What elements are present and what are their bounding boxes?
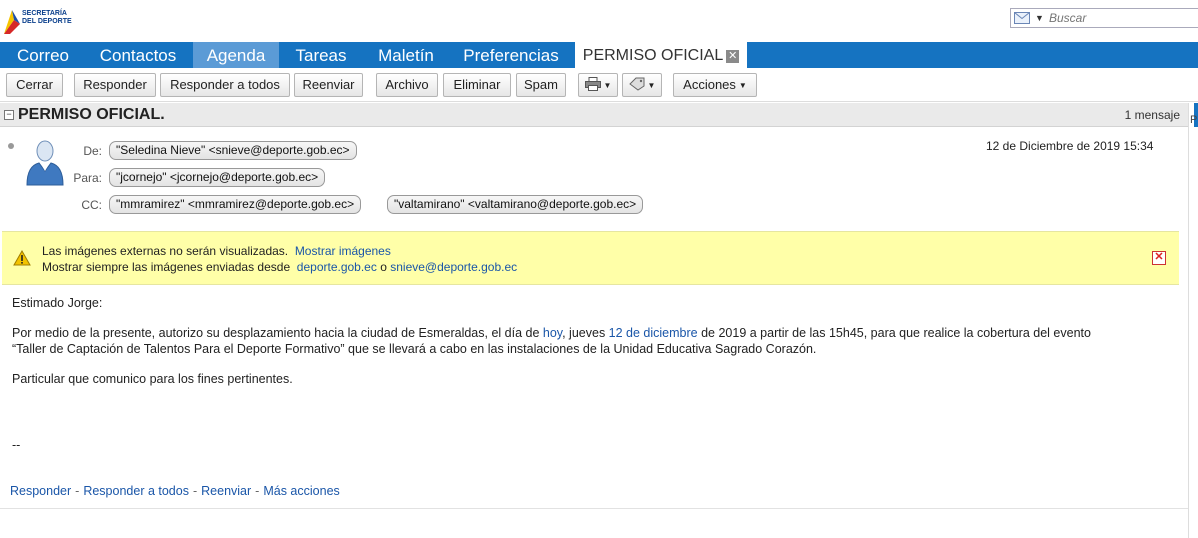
sender-avatar [26, 140, 64, 186]
forward-button[interactable]: Reenviar [294, 73, 363, 97]
tab-maletin[interactable]: Maletín [363, 42, 449, 68]
separator: - [75, 484, 80, 498]
mail-icon[interactable] [1014, 12, 1030, 24]
conversation-header: − PERMISO OFICIAL. 1 mensaje [0, 103, 1188, 127]
body-greeting: Estimado Jorge: [12, 296, 103, 310]
body-paragraph-1-line-2: “Taller de Captación de Talentos Para el… [12, 342, 817, 356]
close-warning-icon[interactable]: ✕ [1152, 251, 1166, 265]
separator: - [192, 484, 198, 498]
tab-preferencias[interactable]: Preferencias [452, 42, 570, 68]
body-text-segment: Por medio de la presente, autorizo su de… [12, 326, 543, 340]
print-chevron-down-icon: ▼ [603, 81, 612, 90]
message-subject: PERMISO OFICIAL. [18, 106, 165, 123]
logo-line-2: DEL DEPORTE [22, 18, 72, 25]
logo-text: SECRETARÍA DEL DEPORTE [22, 10, 72, 26]
reply-button[interactable]: Responder [74, 73, 156, 97]
close-tab-icon[interactable]: ✕ [726, 50, 740, 63]
date-link-12-diciembre[interactable]: 12 de diciembre [609, 326, 698, 340]
cc-address-chip[interactable]: "mmramirez" <mmramirez@deporte.gob.ec> [109, 195, 362, 214]
tab-agenda[interactable]: Agenda [193, 42, 279, 68]
printer-icon [584, 77, 601, 91]
warning-line-1: Las imágenes externas no serán visualiza… [42, 244, 391, 258]
archive-button[interactable]: Archivo [376, 73, 438, 97]
footer-reply-link[interactable]: Responder [10, 484, 71, 498]
body-text-segment: de 2019 a partir de las 15h45, para que … [697, 326, 1091, 340]
print-button[interactable]: ▼ [578, 73, 618, 97]
tag-icon [628, 77, 645, 91]
divider [0, 508, 1188, 509]
tab-correo[interactable]: Correo [0, 42, 86, 68]
footer-reply-all-link[interactable]: Responder a todos [83, 484, 189, 498]
from-label: De: [83, 144, 102, 158]
actions-button[interactable]: Acciones ▼ [673, 73, 757, 97]
from-address-chip[interactable]: "Seledina Nieve" <snieve@deporte.gob.ec> [109, 141, 357, 160]
separator: - [255, 484, 260, 498]
main-nav: Correo Contactos Agenda Tareas Maletín P… [0, 42, 1198, 68]
search-box[interactable]: ▼ [1010, 8, 1198, 28]
message-count: 1 mensaje [1124, 108, 1180, 122]
search-input[interactable] [1049, 10, 1197, 26]
footer-forward-link[interactable]: Reenviar [201, 484, 251, 498]
to-address-chip[interactable]: "jcornejo" <jcornejo@deporte.gob.ec> [109, 168, 326, 187]
show-images-link[interactable]: Mostrar imágenes [295, 244, 391, 258]
side-pane-label: P [1190, 114, 1198, 126]
warning-text: Las imágenes externas no serán visualiza… [42, 244, 289, 258]
or-text: o [380, 260, 387, 274]
top-bar: SECRETARÍA DEL DEPORTE ▼ [0, 0, 1198, 42]
external-images-warning: Las imágenes externas no serán visualiza… [2, 231, 1179, 285]
cc-label: CC: [81, 198, 102, 212]
reply-all-button[interactable]: Responder a todos [160, 73, 290, 97]
always-show-text: Mostrar siempre las imágenes enviadas de… [42, 260, 291, 274]
body-text-segment: , jueves [562, 326, 609, 340]
secretaria-del-deporte-logo[interactable]: SECRETARÍA DEL DEPORTE [0, 2, 90, 38]
actions-chevron-down-icon: ▼ [738, 81, 747, 90]
collapse-icon[interactable]: − [4, 110, 14, 120]
body-paragraph-1: Por medio de la presente, autorizo su de… [12, 326, 1091, 340]
logo-line-1: SECRETARÍA [22, 10, 67, 17]
message-toolbar: Cerrar Responder Responder a todos Reenv… [0, 68, 1198, 102]
always-show-sender-link[interactable]: snieve@deporte.gob.ec [390, 260, 517, 274]
footer-more-actions-link[interactable]: Más acciones [263, 484, 339, 498]
tag-chevron-down-icon: ▼ [647, 81, 656, 90]
actions-button-label: Acciones [683, 77, 736, 92]
delete-button[interactable]: Eliminar [443, 73, 511, 97]
message-date: 12 de Diciembre de 2019 15:34 [986, 139, 1154, 153]
cc-address-chip[interactable]: "valtamirano" <valtamirano@deporte.gob.e… [387, 195, 644, 214]
signature-separator: -- [12, 438, 21, 452]
date-link-hoy[interactable]: hoy [543, 326, 562, 340]
close-button[interactable]: Cerrar [6, 73, 63, 97]
flag-logo-icon [4, 10, 20, 34]
always-show-domain-link[interactable]: deporte.gob.ec [297, 260, 377, 274]
tab-tareas[interactable]: Tareas [282, 42, 360, 68]
tab-permiso-oficial[interactable]: PERMISO OFICIAL ✕ [575, 42, 747, 68]
warning-line-2: Mostrar siempre las imágenes enviadas de… [42, 260, 517, 274]
to-label: Para: [73, 171, 102, 185]
tab-permiso-oficial-label: PERMISO OFICIAL [582, 47, 724, 64]
tab-contactos[interactable]: Contactos [86, 42, 190, 68]
search-scope-chevron-icon[interactable]: ▼ [1035, 13, 1044, 23]
tag-button[interactable]: ▼ [622, 73, 662, 97]
message-footer-actions: Responder - Responder a todos - Reenviar - Más… [10, 484, 340, 498]
spam-button[interactable]: Spam [516, 73, 566, 97]
read-status-dot [8, 143, 14, 149]
body-paragraph-2: Particular que comunico para los fines p… [12, 372, 293, 386]
right-side-pane [1188, 103, 1198, 538]
warning-icon [13, 250, 31, 266]
